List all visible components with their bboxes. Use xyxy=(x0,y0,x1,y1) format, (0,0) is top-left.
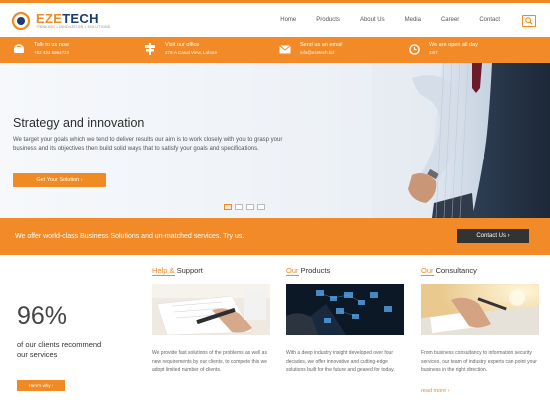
phone-icon xyxy=(12,42,26,56)
nav-products[interactable]: Products xyxy=(306,17,350,23)
site-header: EZETECH THINKING • INNOVATION • SOLUTION… xyxy=(0,3,550,37)
heres-why-button[interactable]: Here's why › xyxy=(17,380,65,391)
cta-text: We offer world-class Business Solutions … xyxy=(15,233,245,240)
nav-home[interactable]: Home xyxy=(270,17,306,23)
card-title: Help & Support xyxy=(152,266,203,276)
signpost-icon xyxy=(143,42,157,56)
info-phone: Talk to us now +52 423 5964723 xyxy=(12,41,69,57)
info-phone-detail[interactable]: +52 423 5964723 xyxy=(34,49,69,57)
info-office-detail: 278-A Canal View, Lahore xyxy=(165,50,217,55)
email-icon xyxy=(278,42,292,56)
our-products-image xyxy=(286,284,404,335)
card-text: From business consultancy to information… xyxy=(421,350,537,373)
info-hours-detail: 24/7 xyxy=(429,50,438,55)
read-more-link[interactable]: read more › xyxy=(421,388,449,394)
info-office: Visit our office 278-A Canal View, Lahor… xyxy=(143,41,217,57)
slider-dot-3[interactable] xyxy=(246,204,254,210)
our-consultancy-image xyxy=(421,284,539,335)
logo-tagline: THINKING • INNOVATION • SOLUTIONS xyxy=(36,25,111,29)
search-button[interactable] xyxy=(522,15,536,27)
contact-us-button[interactable]: Contact Us › xyxy=(457,229,529,243)
clock-icon xyxy=(407,42,421,56)
card-title: Our Products xyxy=(286,266,331,276)
info-phone-title: Talk to us now xyxy=(34,42,69,48)
hero-title: Strategy and innovation xyxy=(13,116,145,130)
card-text: With a deep industry insight developed o… xyxy=(286,350,395,373)
hero-text: We target your goals which we tend to de… xyxy=(13,137,283,152)
stats-percentage: 96% xyxy=(17,302,68,330)
contact-info-bar: Talk to us now +52 423 5964723 Visit our… xyxy=(0,37,550,63)
hero-businessman-image xyxy=(372,63,550,218)
cta-strip: We offer world-class Business Solutions … xyxy=(0,218,550,255)
logo[interactable]: EZETECH THINKING • INNOVATION • SOLUTION… xyxy=(12,11,122,31)
hero-slider: Strategy and innovation We target your g… xyxy=(0,63,550,218)
nav-career[interactable]: Career xyxy=(431,17,469,23)
nav-contact[interactable]: Contact xyxy=(469,17,510,23)
help-support-image xyxy=(152,284,270,336)
card-our-products: Our Products With a deep industry insigh… xyxy=(286,266,404,375)
stats-text: of our clients recommend our services xyxy=(17,340,102,359)
info-office-title: Visit our office xyxy=(165,42,200,48)
slider-dot-4[interactable] xyxy=(257,204,265,210)
slider-dot-2[interactable] xyxy=(235,204,243,210)
logo-icon xyxy=(12,12,31,30)
card-title: Our Consultancy xyxy=(421,266,477,276)
card-text: We provide fast solutions of the problem… xyxy=(152,350,268,373)
main-nav: Home Products About Us Media Career Cont… xyxy=(270,17,510,23)
info-email: Send us an email info@ezetech.biz xyxy=(278,41,343,57)
info-email-title: Send us an email xyxy=(300,42,343,48)
nav-media[interactable]: Media xyxy=(395,17,431,23)
info-email-detail[interactable]: info@ezetech.biz xyxy=(300,49,343,57)
info-hours-title: We are open all day xyxy=(429,42,478,48)
slider-pagination xyxy=(224,204,265,210)
slider-dot-1[interactable] xyxy=(224,204,232,210)
card-our-consultancy: Our Consultancy From business consultanc… xyxy=(421,266,539,375)
nav-about-us[interactable]: About Us xyxy=(350,17,395,23)
card-help-support: Help & Support We provide fast solutions… xyxy=(152,266,270,375)
logo-text: EZETECH xyxy=(36,11,99,26)
search-icon xyxy=(525,17,533,25)
info-hours: We are open all day 24/7 xyxy=(407,41,478,57)
get-your-solution-button[interactable]: Get Your Solution › xyxy=(13,173,106,187)
